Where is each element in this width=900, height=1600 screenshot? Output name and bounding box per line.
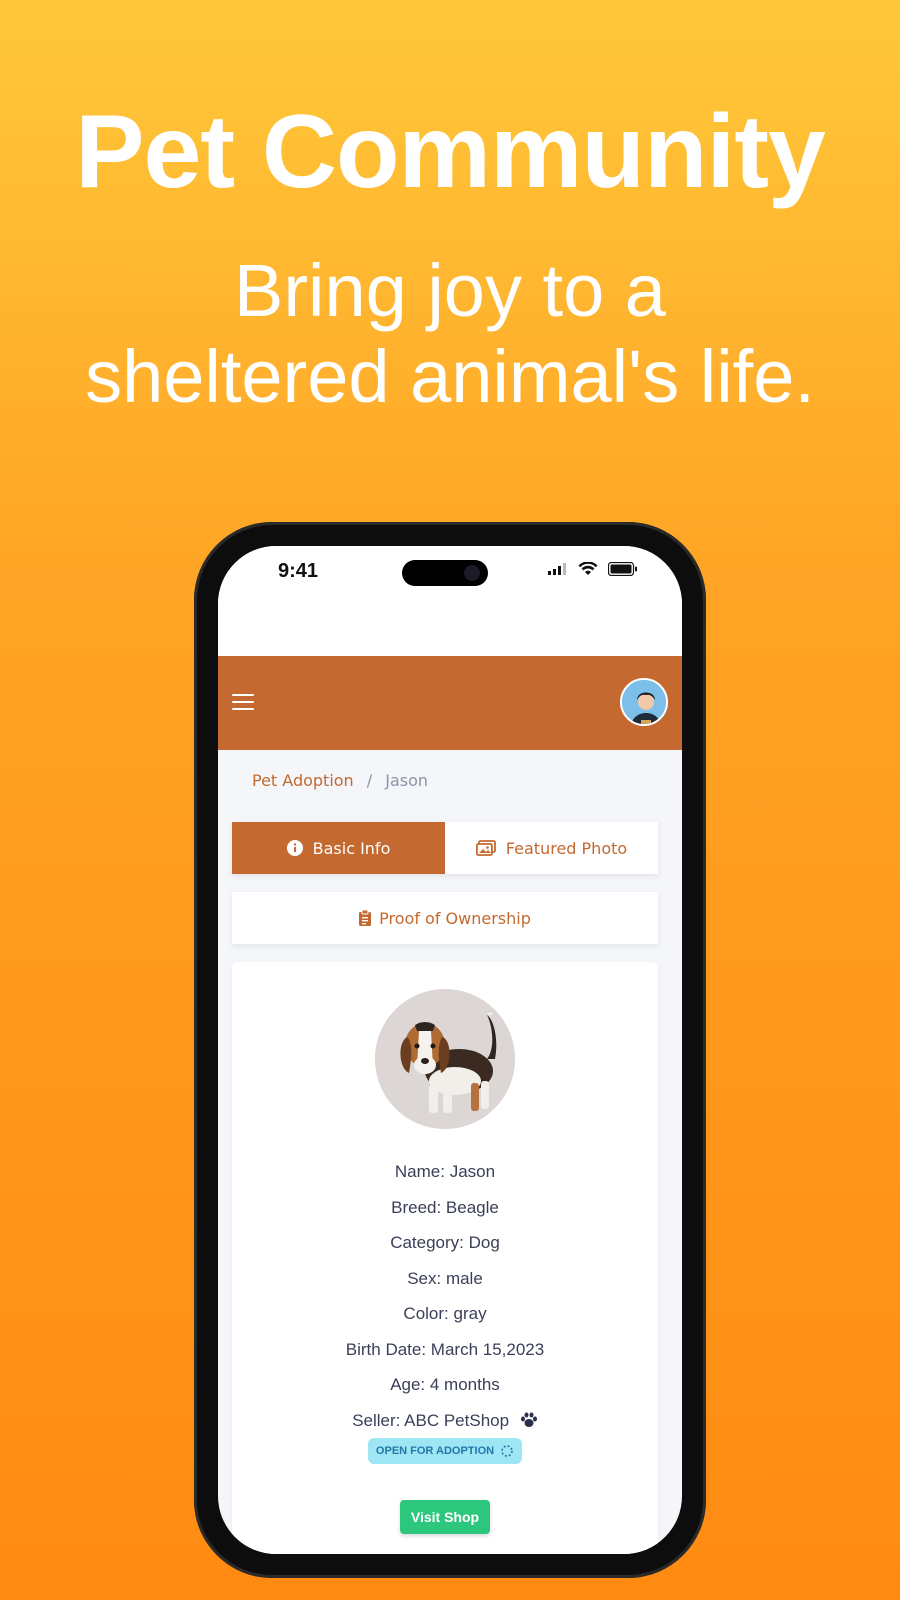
- pet-name: Name: Jason: [394, 1162, 496, 1181]
- paw-icon[interactable]: [520, 1412, 538, 1428]
- breadcrumb: Pet Adoption / Jason: [252, 771, 428, 790]
- breadcrumb-pet-adoption[interactable]: Pet Adoption: [252, 771, 354, 790]
- clipboard-icon: [359, 910, 372, 926]
- hero-title: Pet Community: [75, 94, 826, 210]
- pet-color: Color: gray: [403, 1304, 487, 1323]
- hero-subtitle-line1: Bring joy to a: [234, 249, 666, 332]
- wifi-icon: [578, 562, 598, 575]
- pet-info-list: Name: Jason Breed: Beagle Category: Dog …: [232, 1154, 658, 1438]
- phone-frame: 9:41 Pet Adoption / Jason Basic Info Fea…: [194, 522, 706, 1578]
- hero-subtitle-line2: sheltered animal's life.: [85, 335, 815, 418]
- adoption-status-label: OPEN FOR ADOPTION: [375, 1445, 495, 1457]
- proof-of-ownership-label: Proof of Ownership: [379, 908, 531, 928]
- status-icons: [548, 562, 638, 576]
- phone-screen: 9:41 Pet Adoption / Jason Basic Info Fea…: [218, 546, 682, 1554]
- pet-seller-row: Seller: ABC PetShop: [232, 1403, 658, 1439]
- hero-subtitle: Bring joy to a sheltered animal's life.: [0, 248, 900, 420]
- pet-photo: [375, 989, 515, 1129]
- breadcrumb-separator: /: [366, 771, 373, 790]
- pet-age: Age: 4 months: [390, 1375, 500, 1394]
- breadcrumb-current: Jason: [385, 771, 429, 790]
- proof-of-ownership-button[interactable]: Proof of Ownership: [232, 892, 658, 944]
- user-avatar[interactable]: [620, 678, 668, 726]
- pet-breed: Breed: Beagle: [391, 1197, 499, 1217]
- pet-tabs: Basic Info Featured Photo: [232, 822, 658, 874]
- pet-seller: Seller: ABC PetShop: [352, 1410, 510, 1430]
- adoption-status-badge: OPEN FOR ADOPTION: [368, 1438, 522, 1464]
- tab-featured-photo-label: Featured Photo: [505, 838, 628, 858]
- status-bar: 9:41: [218, 546, 682, 656]
- dynamic-island: [402, 560, 488, 586]
- status-time: 9:41: [278, 560, 319, 582]
- info-circle-icon: [286, 840, 303, 856]
- hamburger-menu-icon[interactable]: [232, 694, 254, 712]
- spinner-icon: [501, 1445, 513, 1457]
- signal-icon: [548, 563, 566, 575]
- tab-basic-info[interactable]: Basic Info: [232, 822, 445, 874]
- tab-basic-info-label: Basic Info: [312, 838, 391, 858]
- battery-icon: [608, 562, 637, 576]
- tab-featured-photo[interactable]: Featured Photo: [445, 822, 658, 874]
- visit-shop-button[interactable]: Visit Shop: [400, 1500, 490, 1534]
- beagle-puppy-photo: [375, 989, 515, 1129]
- pet-birth-date: Birth Date: March 15,2023: [345, 1339, 545, 1359]
- pet-sex: Sex: male: [407, 1268, 483, 1288]
- images-icon: [475, 840, 496, 856]
- app-header: [218, 656, 682, 750]
- pet-details-card: Name: Jason Breed: Beagle Category: Dog …: [232, 962, 658, 1554]
- pet-category: Category: Dog: [390, 1233, 500, 1252]
